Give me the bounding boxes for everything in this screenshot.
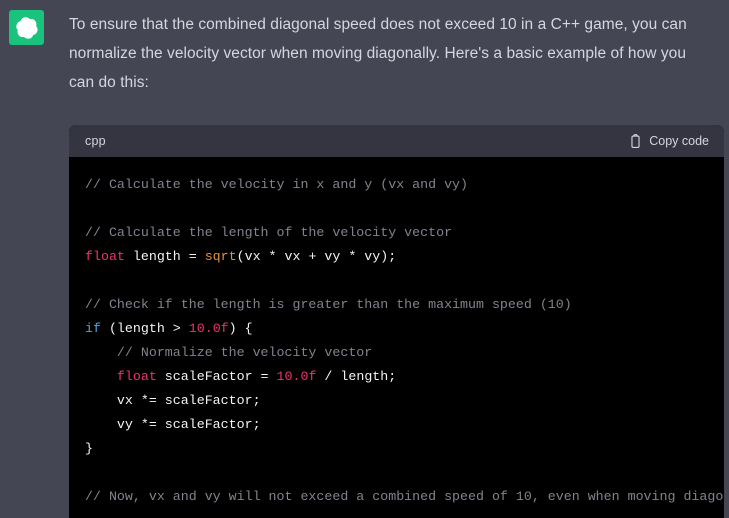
code-token-plain: (vx * vx + vy * vy); — [236, 249, 397, 264]
code-content[interactable]: // Calculate the velocity in x and y (vx… — [69, 157, 724, 518]
code-line: // Now, vx and vy will not exceed a comb… — [85, 485, 724, 509]
copy-code-button[interactable]: Copy code — [629, 133, 709, 149]
code-line: // Calculate the velocity in x and y (vx… — [85, 173, 724, 197]
code-line: vx *= scaleFactor; — [85, 389, 724, 413]
code-token-comment: // Calculate the length of the velocity … — [85, 225, 453, 240]
avatar — [9, 10, 44, 45]
openai-logo-icon — [15, 16, 38, 39]
clipboard-icon — [629, 133, 642, 149]
assistant-message-row: To ensure that the combined diagonal spe… — [0, 0, 729, 518]
copy-code-label: Copy code — [649, 134, 709, 148]
code-line: // Calculate the length of the velocity … — [85, 221, 724, 245]
code-line: vy *= scaleFactor; — [85, 413, 724, 437]
code-token-comment: // Now, vx and vy will not exceed a comb… — [85, 489, 724, 504]
code-line: float length = sqrt(vx * vx + vy * vy); — [85, 245, 724, 269]
code-line: // Normalize the velocity vector — [85, 341, 724, 365]
code-token-comment: // Check if the length is greater than t… — [85, 297, 572, 312]
code-token-control: if — [85, 321, 101, 336]
code-token-number: 10.0f — [188, 321, 229, 336]
code-token-comment: // Normalize the velocity vector — [85, 345, 373, 360]
code-token-plain: vx *= scaleFactor; — [85, 393, 261, 408]
code-token-plain: / length; — [316, 369, 397, 384]
code-language-label: cpp — [85, 134, 106, 148]
code-token-number: 10.0f — [276, 369, 317, 384]
code-line: // Check if the length is greater than t… — [85, 293, 724, 317]
code-token-plain: scaleFactor = — [156, 369, 277, 384]
message-body: To ensure that the combined diagonal spe… — [69, 9, 724, 518]
code-token-func: sqrt — [204, 249, 237, 264]
code-line: float scaleFactor = 10.0f / length; — [85, 365, 724, 389]
code-token-keyword: float — [116, 369, 157, 384]
code-token-plain: (length > — [100, 321, 189, 336]
code-block-header: cpp Copy code — [69, 125, 724, 157]
code-token-plain: length = — [124, 249, 205, 264]
code-line: if (length > 10.0f) { — [85, 317, 724, 341]
code-token-plain: } — [85, 441, 93, 456]
code-token-plain: ) { — [228, 321, 253, 336]
code-token-comment: // Calculate the velocity in x and y (vx… — [85, 177, 469, 192]
code-block: cpp Copy code // Calculate the velocity … — [69, 125, 724, 518]
code-token-keyword: float — [85, 249, 125, 264]
code-token-plain: vy *= scaleFactor; — [85, 417, 261, 432]
code-line: } — [85, 437, 724, 461]
intro-paragraph: To ensure that the combined diagonal spe… — [69, 16, 687, 91]
